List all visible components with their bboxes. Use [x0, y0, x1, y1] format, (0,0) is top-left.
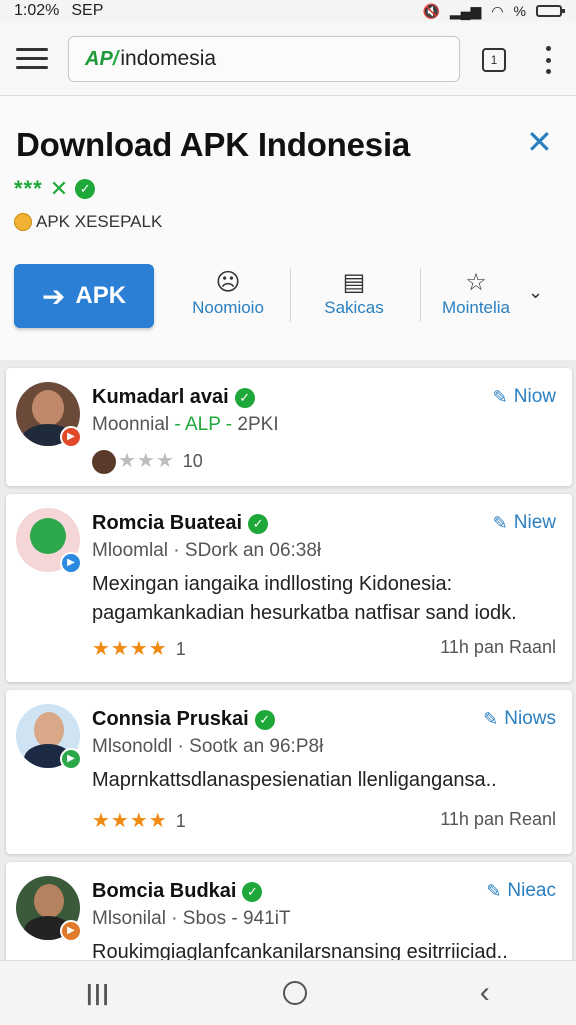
pencil-icon: ✎: [492, 386, 508, 407]
battery-icon: [536, 5, 565, 17]
address-bar[interactable]: AP/ indomesia: [68, 36, 460, 82]
hamburger-menu-icon[interactable]: [16, 48, 48, 70]
grey-stars: ★★★: [118, 450, 175, 472]
review-time: 11h pan Reanl: [440, 809, 556, 829]
review-meta: Mlsonoldl · Sootk an 96:P8ł: [92, 736, 324, 757]
action-label: Mointelia: [441, 298, 511, 317]
review-time: 11h pan Raanl: [440, 637, 556, 657]
rating-summary: ★★★ 10: [92, 448, 203, 474]
back-icon[interactable]: ‹: [480, 976, 490, 1010]
apk-button-label: APK: [75, 282, 127, 309]
review-card[interactable]: ▶ Romcia Buateai ✓ Mloomlal · SDork an 06…: [6, 494, 572, 682]
more-options-icon[interactable]: [540, 46, 556, 74]
mini-avatar: [92, 449, 116, 474]
reviewer-name: Bomcia Budkai ✓: [92, 880, 263, 903]
status-bar: 1:02% SEP 🔇 ▂▄▆ ◠ %: [0, 0, 576, 22]
star-rating: ★★★★ 1: [92, 810, 186, 832]
reviewer-name: Connsia Pruskai ✓: [92, 708, 275, 731]
message-icon: ▤: [342, 269, 366, 296]
recent-apps-icon[interactable]: |||: [86, 980, 110, 1006]
new-link[interactable]: ✎ Nieac: [486, 880, 556, 902]
rating-stars: *** ✕: [14, 176, 70, 201]
review-card[interactable]: ▶ Connsia Pruskai ✓ Mlsonoldl · Sootk an …: [6, 690, 572, 854]
new-link[interactable]: ✎ Niow: [493, 386, 556, 408]
home-icon[interactable]: [283, 981, 308, 1005]
subtitle-text: APK XESEPALK: [36, 212, 163, 231]
play-badge-icon: ▶: [60, 920, 82, 942]
new-link[interactable]: ✎ Niew: [493, 512, 556, 534]
review-meta: Mloomlal · SDork an 06:38ł: [92, 540, 322, 561]
battery-percent: %: [513, 3, 526, 19]
pencil-icon: ✎: [492, 512, 508, 533]
status-carrier: SEP: [71, 2, 104, 19]
review-text: Maprnkattsdlanaspesienatian llenligangan…: [92, 769, 497, 791]
action-noomioio[interactable]: ☹ Noomioio: [168, 268, 288, 328]
action-label: Noomioio: [192, 298, 264, 317]
chevron-down-icon[interactable]: ⌄: [528, 282, 543, 303]
star-outline-icon: ☆: [465, 269, 487, 296]
star-rating: ★★★★ 1: [92, 638, 186, 660]
reviewer-name: Kumadarl avai ✓: [92, 386, 255, 409]
verified-icon: ✓: [248, 513, 269, 534]
app-header-panel: Download APK Indonesia ✕ *** ✕ ✓ APK XES…: [0, 96, 576, 360]
review-text: Mexingan iangaika indllosting Kidonesia:…: [92, 573, 517, 624]
action-label: Sakicas: [324, 298, 384, 317]
url-text: indomesia: [120, 47, 217, 70]
wifi-icon: ◠: [491, 2, 504, 19]
reviewer-name: Romcia Buateai ✓: [92, 512, 269, 535]
rating-row: *** ✕ ✓: [14, 176, 96, 202]
action-sakicas[interactable]: ▤ Sakicas: [294, 268, 414, 328]
browser-toolbar: AP/ indomesia 1: [0, 22, 576, 96]
play-badge-icon: ▶: [60, 426, 82, 448]
verified-icon: ✓: [75, 179, 96, 199]
system-navigation-bar: ||| ‹: [0, 960, 576, 1025]
divider: [290, 268, 291, 322]
status-time: 1:02%: [14, 2, 60, 19]
action-mointelia[interactable]: ☆ Mointelia: [416, 268, 536, 328]
face-icon: ☹: [215, 269, 241, 296]
verified-icon: ✓: [234, 387, 255, 408]
new-link[interactable]: ✎ Niows: [483, 708, 556, 730]
apk-download-button[interactable]: ➔ APK: [14, 264, 154, 328]
subtitle-row: APK XESEPALK: [14, 212, 162, 232]
verified-icon: ✓: [242, 881, 263, 902]
emoji-icon: [14, 213, 32, 231]
site-logo: AP/: [85, 47, 119, 70]
pencil-icon: ✎: [483, 708, 499, 729]
page-title: Download APK Indonesia: [16, 126, 411, 163]
review-card[interactable]: ▶ Kumadarl avai ✓ Moonnial - ALP - 2PKI ✎…: [6, 368, 572, 486]
mute-icon: 🔇: [422, 2, 440, 19]
play-badge-icon: ▶: [60, 748, 82, 770]
pencil-icon: ✎: [486, 880, 502, 901]
tab-switcher-button[interactable]: 1: [482, 48, 506, 72]
review-meta: Mlsonilal · Sbos - 941iT: [92, 908, 291, 929]
verified-icon: ✓: [254, 709, 275, 730]
play-badge-icon: ▶: [60, 552, 82, 574]
forward-arrow-icon: ➔: [41, 280, 66, 312]
signal-icon: ▂▄▆: [449, 2, 482, 19]
review-meta: Moonnial - ALP - 2PKI: [92, 414, 279, 435]
close-icon[interactable]: ✕: [526, 126, 553, 158]
